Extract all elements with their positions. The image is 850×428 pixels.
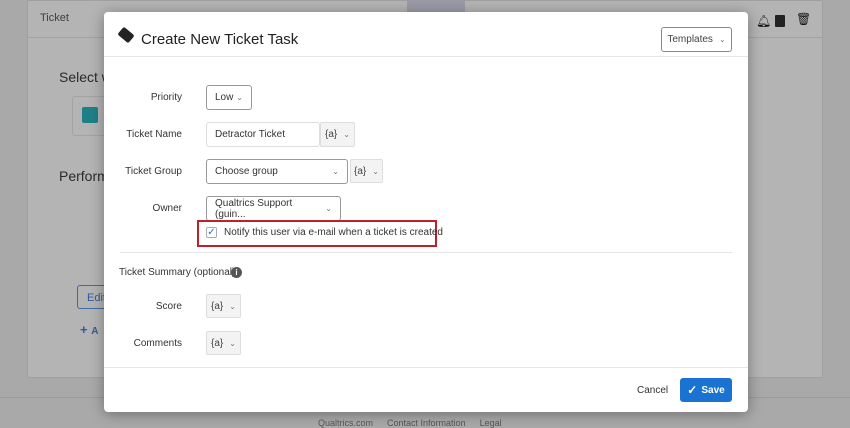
ticket-name-input[interactable]: Detractor Ticket — [206, 122, 320, 147]
ticket-group-select[interactable]: Choose group ⌄ — [206, 159, 348, 184]
save-button[interactable]: ✓ Save — [680, 378, 732, 402]
notify-label: Notify this user via e-mail when a ticke… — [224, 227, 443, 238]
footer-links: Qualtrics.com Contact Information Legal — [318, 418, 502, 428]
chevron-down-icon: ⌄ — [332, 167, 339, 176]
score-piped-text-button[interactable]: {a} ⌄ — [206, 294, 241, 318]
ticket-summary-label: Ticket Summary (optional) — [119, 267, 236, 278]
chevron-down-icon: ⌄ — [229, 338, 236, 348]
ticket-group-value: Choose group — [215, 166, 278, 177]
priority-select[interactable]: Low ⌄ — [206, 85, 252, 110]
piped-text-label: {a} — [211, 337, 224, 349]
cancel-button[interactable]: Cancel — [637, 385, 668, 396]
chevron-down-icon: ⌄ — [236, 93, 243, 102]
chevron-down-icon: ⌄ — [372, 166, 379, 176]
piped-text-label: {a} — [354, 165, 367, 177]
modal-header: Create New Ticket Task Templates ⌄ — [104, 12, 748, 57]
footer-link[interactable]: Legal — [480, 418, 502, 428]
templates-button[interactable]: Templates ⌄ — [661, 27, 732, 52]
score-label: Score — [155, 301, 182, 312]
ticket-name-value: Detractor Ticket — [215, 129, 286, 140]
ticket-group-label: Ticket Group — [125, 166, 182, 177]
chevron-down-icon: ⌄ — [343, 130, 350, 139]
priority-label: Priority — [150, 92, 182, 103]
piped-text-label: {a} — [211, 300, 224, 312]
footer-divider — [104, 367, 748, 368]
checkmark-icon: ✓ — [687, 383, 698, 397]
section-divider — [120, 252, 732, 253]
info-icon[interactable]: i — [231, 267, 242, 278]
ticket-name-piped-text-button[interactable]: {a} ⌄ — [320, 122, 355, 147]
copy-icon[interactable] — [775, 15, 785, 27]
ticket-icon — [117, 26, 135, 44]
chevron-down-icon: ⌄ — [229, 301, 236, 311]
background-title: Ticket — [40, 12, 69, 24]
owner-value: Qualtrics Support (guin... — [215, 197, 293, 220]
trash-icon[interactable]: 🗑︎ — [796, 12, 811, 26]
footer-link[interactable]: Contact Information — [387, 418, 466, 428]
priority-value: Low — [215, 92, 234, 103]
chevron-down-icon: ⌄ — [325, 204, 332, 213]
templates-label: Templates — [667, 34, 713, 45]
bell-icon[interactable]: 🔔︎ — [756, 14, 771, 28]
piped-text-label: {a} — [325, 129, 338, 140]
modal-title: Create New Ticket Task — [141, 31, 299, 48]
add-label: A — [91, 326, 99, 337]
owner-select[interactable]: Qualtrics Support (guin... ⌄ — [206, 196, 341, 221]
comments-piped-text-button[interactable]: {a} ⌄ — [206, 331, 241, 355]
ticket-name-label: Ticket Name — [126, 129, 182, 140]
notify-checkbox[interactable]: ✓ — [206, 227, 217, 238]
create-ticket-modal: Create New Ticket Task Templates ⌄ Priori… — [104, 12, 748, 412]
comments-label: Comments — [133, 338, 182, 349]
footer-link[interactable]: Qualtrics.com — [318, 418, 373, 428]
chevron-down-icon: ⌄ — [718, 35, 726, 44]
clipboard-icon — [82, 107, 98, 123]
owner-label: Owner — [152, 203, 182, 214]
save-label: Save — [701, 384, 725, 396]
ticket-group-piped-text-button[interactable]: {a} ⌄ — [350, 159, 383, 183]
add-button[interactable]: + A — [80, 322, 98, 337]
